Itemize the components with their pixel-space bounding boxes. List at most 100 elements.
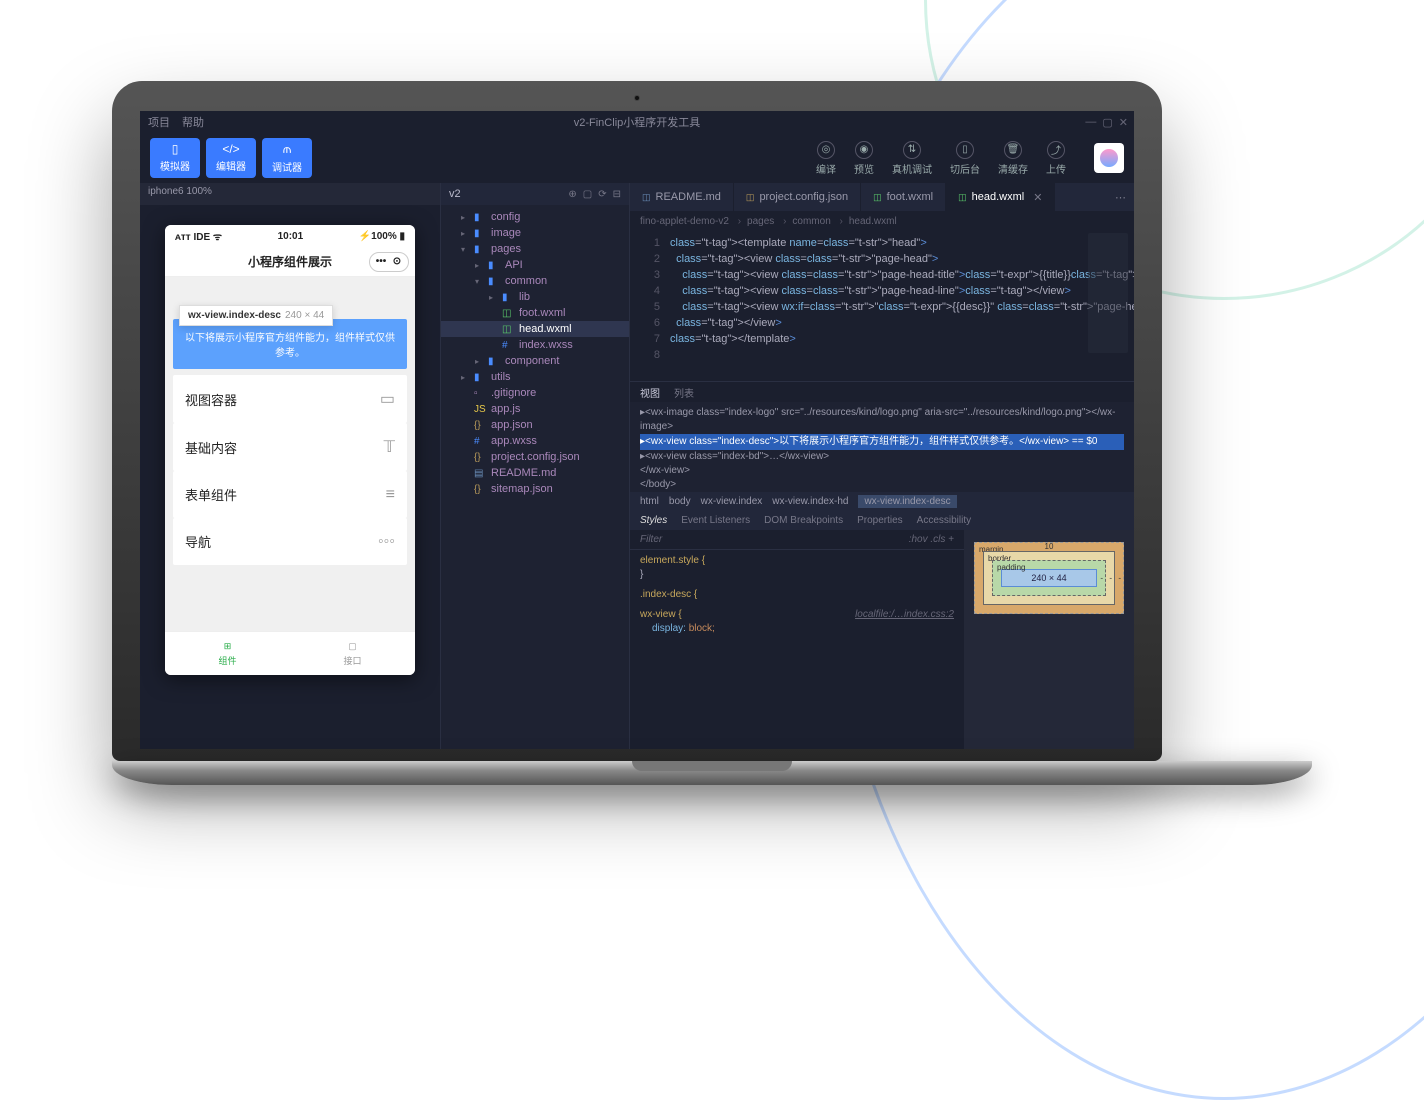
- debug-icon: ⫙: [283, 142, 291, 157]
- editor-tab[interactable]: ◫project.config.json: [734, 183, 861, 211]
- user-avatar[interactable]: [1094, 143, 1124, 173]
- list-item-icon: ◦◦◦: [378, 533, 395, 551]
- phone-icon: ▯: [172, 142, 179, 156]
- upload-button[interactable]: ⤴上传: [1046, 141, 1066, 176]
- eye-icon: ◉: [855, 141, 873, 159]
- simulator-device-info[interactable]: iphone6 100%: [140, 183, 440, 205]
- box-model[interactable]: margin 10 - border - padding -: [974, 542, 1124, 614]
- tab-api[interactable]: ▢接口: [290, 632, 415, 675]
- clear-cache-button[interactable]: 🗑清缓存: [998, 141, 1028, 176]
- folder-icon: ▮: [488, 260, 500, 271]
- inspector-tooltip: wx-view.index-desc240 × 44: [179, 305, 333, 326]
- tree-item[interactable]: ▸▮config: [441, 209, 629, 225]
- folder-icon: ▮: [502, 292, 514, 303]
- breadcrumb-item[interactable]: pages: [747, 216, 786, 227]
- new-file-icon[interactable]: ⊕: [568, 189, 576, 200]
- tree-item[interactable]: ▸▮lib: [441, 289, 629, 305]
- tree-item[interactable]: ▸▮API: [441, 257, 629, 273]
- list-item[interactable]: 视图容器▭: [173, 375, 407, 423]
- devtools-tab-list[interactable]: 列表: [674, 385, 694, 400]
- devtools-subtab[interactable]: Accessibility: [917, 515, 971, 526]
- md-icon: ▤: [474, 468, 486, 479]
- tree-item[interactable]: ▸▮component: [441, 353, 629, 369]
- json-icon: {}: [474, 484, 486, 495]
- devtools-tab-view[interactable]: 视图: [640, 385, 660, 400]
- wxml-icon: ◫: [502, 308, 514, 319]
- phone-tabbar: ⊞组件 ▢接口: [165, 631, 415, 675]
- breadcrumb-item[interactable]: head.wxml: [849, 216, 897, 227]
- refresh-icon[interactable]: ⟳: [598, 189, 606, 200]
- remote-debug-button[interactable]: ⇅真机调试: [892, 141, 932, 176]
- list-item[interactable]: 表单组件≡: [173, 471, 407, 518]
- collapse-icon[interactable]: ⊟: [613, 189, 621, 200]
- background-button[interactable]: ▯切后台: [950, 141, 980, 176]
- phone-menu-icon[interactable]: •••: [374, 255, 388, 269]
- dom-crumb-item[interactable]: html: [640, 496, 659, 507]
- window-minimize-icon[interactable]: —: [1085, 116, 1096, 129]
- close-icon[interactable]: ✕: [1033, 191, 1042, 204]
- tree-item[interactable]: ◫head.wxml: [441, 321, 629, 337]
- minimap[interactable]: [1088, 233, 1128, 353]
- status-carrier: ᴀᴛᴛ IDE ᯤ: [175, 229, 222, 243]
- editor-toggle-button[interactable]: </>编辑器: [206, 138, 256, 178]
- window-close-icon[interactable]: ✕: [1119, 116, 1128, 129]
- tree-item[interactable]: #app.wxss: [441, 433, 629, 449]
- page-title: 小程序组件展示: [248, 253, 332, 270]
- api-icon: ▢: [348, 641, 357, 652]
- wxml-icon: ◫: [873, 192, 882, 203]
- dom-crumb-item[interactable]: body: [669, 496, 691, 507]
- styles-filter-input[interactable]: Filter: [640, 534, 662, 545]
- debugger-toggle-button[interactable]: ⫙调试器: [262, 138, 312, 178]
- tree-item[interactable]: ▸▮utils: [441, 369, 629, 385]
- tree-item[interactable]: ▫.gitignore: [441, 385, 629, 401]
- dom-crumb-item[interactable]: wx-view.index: [701, 496, 763, 507]
- tree-item[interactable]: #index.wxss: [441, 337, 629, 353]
- breadcrumb-item[interactable]: common: [792, 216, 842, 227]
- styles-hints[interactable]: :hov .cls +: [909, 534, 954, 545]
- compile-button[interactable]: ◎编译: [816, 141, 836, 176]
- tree-item[interactable]: {}sitemap.json: [441, 481, 629, 497]
- window-maximize-icon[interactable]: ▢: [1102, 116, 1112, 129]
- devtools-subtab[interactable]: Properties: [857, 515, 903, 526]
- preview-button[interactable]: ◉预览: [854, 141, 874, 176]
- tree-item[interactable]: {}app.json: [441, 417, 629, 433]
- tabs-more-icon[interactable]: ⋯: [1107, 191, 1134, 204]
- dom-crumb-item[interactable]: wx-view.index-desc: [858, 495, 956, 508]
- phone-close-icon[interactable]: ⊙: [390, 255, 404, 269]
- tree-item[interactable]: {}project.config.json: [441, 449, 629, 465]
- dom-crumb-item[interactable]: wx-view.index-hd: [772, 496, 848, 507]
- project-root-label[interactable]: v2: [449, 188, 461, 200]
- devtools-subtab[interactable]: Event Listeners: [681, 515, 750, 526]
- tree-item[interactable]: JSapp.js: [441, 401, 629, 417]
- simulator-toggle-button[interactable]: ▯模拟器: [150, 138, 200, 178]
- tree-item[interactable]: ◫foot.wxml: [441, 305, 629, 321]
- json-icon: {}: [474, 452, 486, 463]
- editor-tab-bar: ◫README.md◫project.config.json◫foot.wxml…: [630, 183, 1134, 211]
- dom-breadcrumb[interactable]: html body wx-view.index wx-view.index-hd wx-…: [630, 492, 1134, 510]
- window-title: v2-FinClip小程序开发工具: [574, 114, 701, 130]
- folder-icon: ▮: [474, 244, 486, 255]
- editor-tab[interactable]: ◫head.wxml✕: [946, 183, 1055, 211]
- breadcrumb-item[interactable]: fino-applet-demo-v2: [640, 216, 741, 227]
- tab-components[interactable]: ⊞组件: [165, 632, 290, 675]
- list-item[interactable]: 基础内容𝕋: [173, 423, 407, 471]
- editor-tab[interactable]: ◫foot.wxml: [861, 183, 946, 211]
- folder-icon: ▮: [474, 212, 486, 223]
- tree-item[interactable]: ▸▮image: [441, 225, 629, 241]
- devtools-subtab[interactable]: Styles: [640, 515, 667, 526]
- list-item[interactable]: 导航◦◦◦: [173, 518, 407, 565]
- tree-item[interactable]: ▤README.md: [441, 465, 629, 481]
- menu-project[interactable]: 项目: [148, 114, 170, 130]
- dom-inspector[interactable]: ▸<wx-image class="index-logo" src="../re…: [630, 402, 1134, 492]
- menu-help[interactable]: 帮助: [182, 114, 204, 130]
- new-folder-icon[interactable]: ▢: [583, 189, 592, 200]
- devtools-subtab[interactable]: DOM Breakpoints: [764, 515, 843, 526]
- phone-status-bar: ᴀᴛᴛ IDE ᯤ 10:01 ⚡100% ▮: [165, 225, 415, 247]
- tree-item[interactable]: ▾▮common: [441, 273, 629, 289]
- index-desc-highlighted[interactable]: 以下将展示小程序官方组件能力，组件样式仅供参考。: [173, 319, 407, 369]
- tree-item[interactable]: ▾▮pages: [441, 241, 629, 257]
- css-rules[interactable]: element.style {}.index-desc {</span></di…: [630, 550, 964, 749]
- code-editor[interactable]: 12345678 class="t-tag"><template name=cl…: [630, 231, 1134, 381]
- editor-tab[interactable]: ◫README.md: [630, 183, 734, 211]
- code-icon: </>: [222, 142, 239, 156]
